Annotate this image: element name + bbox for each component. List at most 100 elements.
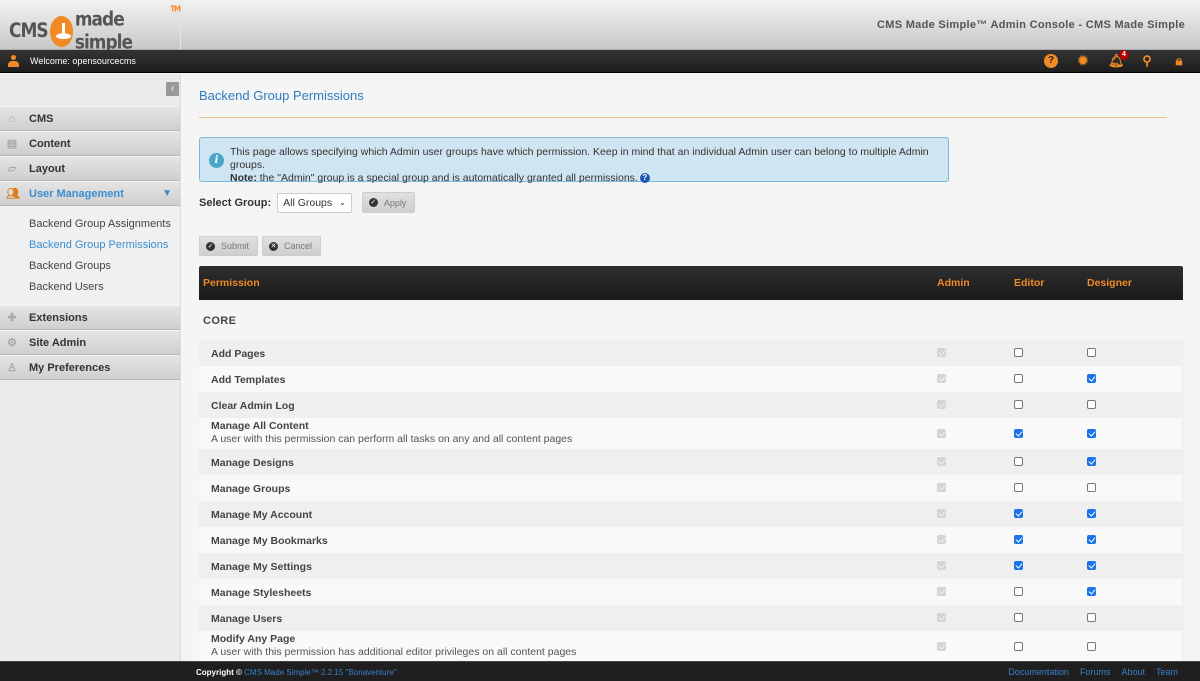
editor-checkbox[interactable] — [1014, 374, 1023, 383]
designer-checkbox[interactable] — [1087, 535, 1096, 544]
cancel-button[interactable]: ✕ Cancel — [262, 236, 322, 256]
editor-checkbox[interactable] — [1014, 483, 1023, 492]
sidebar-item-label: My Preferences — [29, 361, 111, 374]
designer-checkbox[interactable] — [1087, 348, 1096, 357]
footer-link-team[interactable]: Team — [1156, 667, 1178, 677]
settings-icon[interactable]: ✹ — [1076, 54, 1090, 68]
subnav-backend-group-permissions[interactable]: Backend Group Permissions — [29, 235, 180, 256]
footer-link-forums[interactable]: Forums — [1080, 667, 1111, 677]
permission-name: Manage My Settings — [211, 561, 312, 573]
permission-name: Clear Admin Log — [211, 400, 295, 412]
designer-checkbox[interactable] — [1087, 509, 1096, 518]
subnav-backend-groups[interactable]: Backend Groups — [29, 256, 180, 277]
logo-text-left: CMS — [9, 19, 49, 43]
editor-checkbox[interactable] — [1014, 587, 1023, 596]
sidebar: ‹ ⌂ CMS ▤ Content ▱ Layout 👥︎ User Manag… — [0, 74, 181, 661]
subnav-backend-group-assignments[interactable]: Backend Group Assignments — [29, 214, 180, 235]
apply-button[interactable]: ✓ Apply — [361, 192, 416, 213]
header: CMS made simple TM CMS Made Simple™ Admi… — [0, 0, 1200, 54]
sidebar-item-my-preferences[interactable]: ♙ My Preferences — [0, 355, 180, 380]
table-row: Add Pages — [199, 340, 1183, 366]
logo-text-right: made simple — [74, 8, 133, 54]
editor-checkbox[interactable] — [1014, 400, 1023, 409]
sidebar-item-extensions[interactable]: ✚ Extensions — [0, 305, 180, 330]
search-icon[interactable]: ⚲ — [1140, 54, 1154, 68]
title-divider — [199, 117, 1167, 118]
designer-checkbox[interactable] — [1087, 374, 1096, 383]
sidebar-item-user-management[interactable]: 👥︎ User Management ▼ — [0, 181, 180, 206]
footer-link-documentation[interactable]: Documentation — [1008, 667, 1069, 677]
sidebar-item-label: Content — [29, 137, 71, 150]
home-icon: ⌂ — [8, 112, 16, 125]
editor-checkbox[interactable] — [1014, 509, 1023, 518]
permission-name: Modify Any Page — [211, 633, 296, 645]
info-note: Note: the "Admin" group is a special gro… — [230, 172, 948, 185]
version-link[interactable]: CMS Made Simple™ 2.2.15 "Bonaventure" — [244, 668, 396, 677]
check-circle-icon: ✓ — [368, 198, 378, 207]
user-icon: ♙ — [7, 361, 17, 374]
designer-checkbox[interactable] — [1087, 400, 1096, 409]
select-group-row: Select Group: All Groups ⌄ ✓ Apply — [199, 192, 416, 213]
help-icon[interactable]: ? — [1044, 54, 1058, 68]
sidebar-item-content[interactable]: ▤ Content — [0, 131, 180, 156]
footer-link-about[interactable]: About — [1121, 667, 1145, 677]
editor-checkbox[interactable] — [1014, 348, 1023, 357]
cms-logo[interactable]: CMS made simple TM — [9, 4, 181, 54]
column-header-designer: Designer — [1087, 277, 1132, 289]
editor-checkbox[interactable] — [1014, 613, 1023, 622]
note-label: Note: — [230, 172, 257, 184]
palm-island-icon — [49, 15, 73, 47]
permission-name: Manage Users — [211, 613, 283, 625]
admin-checkbox — [937, 613, 946, 622]
admin-checkbox — [937, 642, 946, 651]
select-group-label: Select Group: — [199, 196, 272, 209]
copyright: Copyright © CMS Made Simple™ 2.2.15 "Bon… — [196, 668, 397, 677]
designer-checkbox[interactable] — [1087, 587, 1096, 596]
designer-checkbox[interactable] — [1087, 642, 1096, 651]
content-icon: ▤ — [6, 137, 18, 150]
main-content: Backend Group Permissions i This page al… — [182, 74, 1200, 662]
admin-checkbox — [937, 535, 946, 544]
note-text: the "Admin" group is a special group and… — [256, 172, 638, 184]
sidebar-item-label: Site Admin — [29, 336, 87, 349]
help-question-icon[interactable]: ? — [639, 173, 650, 183]
permission-name: Add Pages — [211, 348, 266, 360]
group-select[interactable]: All Groups ⌄ — [277, 192, 352, 213]
gear-icon: ⚙ — [7, 336, 17, 349]
close-circle-icon: ✕ — [269, 241, 279, 251]
editor-checkbox[interactable] — [1014, 429, 1023, 438]
user-management-subnav: Backend Group Assignments Backend Group … — [0, 206, 180, 305]
submit-button[interactable]: ✓ Submit — [199, 236, 259, 256]
editor-checkbox[interactable] — [1014, 535, 1023, 544]
designer-checkbox[interactable] — [1087, 483, 1096, 492]
editor-checkbox[interactable] — [1014, 561, 1023, 570]
permissions-table: Permission Admin Editor Designer CORE Ad… — [199, 266, 1183, 662]
table-row: Manage Groups — [199, 475, 1183, 501]
lock-icon[interactable]: 🔒︎ — [1172, 54, 1186, 68]
editor-checkbox[interactable] — [1014, 642, 1023, 651]
admin-checkbox — [937, 348, 946, 357]
copyright-label: Copyright © — [196, 668, 242, 677]
designer-checkbox[interactable] — [1087, 561, 1096, 570]
sidebar-item-layout[interactable]: ▱ Layout — [0, 156, 180, 181]
group-select-value: All Groups — [283, 196, 333, 209]
permission-name: Manage Groups — [211, 483, 291, 495]
permission-name: Manage My Bookmarks — [211, 535, 328, 547]
apply-label: Apply — [383, 197, 407, 208]
table-row: Manage All Content A user with this permi… — [199, 418, 1183, 449]
chevron-down-icon: ▼ — [162, 188, 172, 199]
site-title: CMS Made Simple™ Admin Console - CMS Mad… — [877, 19, 1185, 31]
notifications-icon[interactable]: 🔔︎ 4 — [1108, 50, 1129, 68]
editor-checkbox[interactable] — [1014, 457, 1023, 466]
designer-checkbox[interactable] — [1087, 613, 1096, 622]
top-bar: Welcome: opensourcecms ? ✹ 🔔︎ 4 ⚲ 🔒︎ — [0, 50, 1200, 73]
sidebar-item-site-admin[interactable]: ⚙ Site Admin — [0, 330, 180, 355]
designer-checkbox[interactable] — [1087, 429, 1096, 438]
logo-tm: TM — [170, 4, 181, 14]
table-row: Manage Users — [199, 605, 1183, 631]
sidebar-item-cms[interactable]: ⌂ CMS — [0, 106, 180, 131]
designer-checkbox[interactable] — [1087, 457, 1096, 466]
collapse-sidebar-button[interactable]: ‹ — [166, 82, 179, 96]
user-icon — [8, 55, 19, 67]
subnav-backend-users[interactable]: Backend Users — [29, 277, 180, 298]
